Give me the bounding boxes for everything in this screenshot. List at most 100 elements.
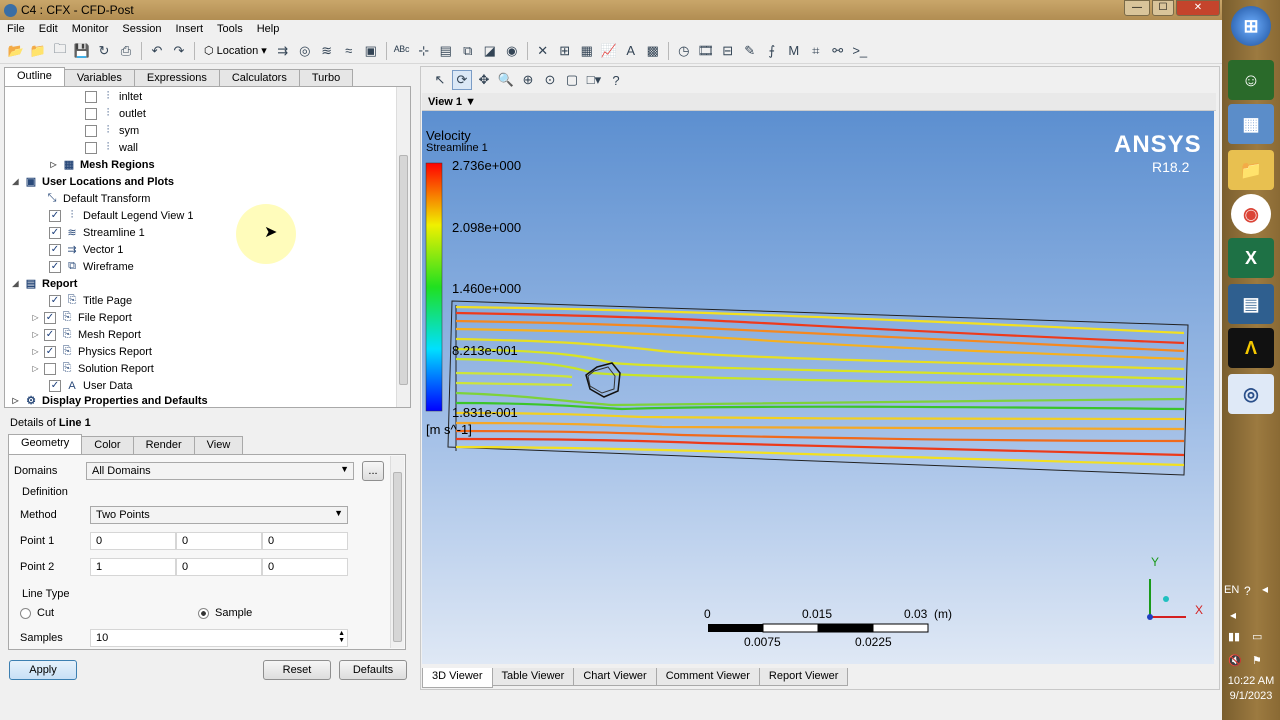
3d-viewport[interactable]: Velocity Streamline 1 2.736e+000 2.098e+…: [422, 111, 1214, 664]
menu-session[interactable]: Session: [115, 23, 168, 35]
volume-rendering-icon[interactable]: ▣: [361, 41, 381, 61]
variable-icon[interactable]: ✕: [533, 41, 553, 61]
defaults-button[interactable]: Defaults: [339, 660, 407, 680]
expand-arrow-icon[interactable]: ▷: [31, 313, 40, 322]
checkbox[interactable]: ✓: [49, 260, 61, 273]
comment-icon[interactable]: A: [621, 41, 641, 61]
undo-icon[interactable]: ↶: [147, 41, 167, 61]
chart-icon[interactable]: 📈: [599, 41, 619, 61]
menu-file[interactable]: File: [0, 23, 32, 35]
view-header[interactable]: View 1 ▼: [422, 93, 1216, 111]
streamline-icon[interactable]: ≋: [317, 41, 337, 61]
select-icon[interactable]: ↖: [430, 70, 450, 90]
probe-icon[interactable]: ✎: [740, 41, 760, 61]
tree-item-streamline[interactable]: ✓ ≋ Streamline 1: [49, 224, 145, 241]
help-cursor-icon[interactable]: ?: [606, 70, 626, 90]
tree-item-outlet[interactable]: ⫶ outlet: [85, 105, 146, 122]
tab-geometry[interactable]: Geometry: [8, 434, 83, 454]
location-dropdown[interactable]: ⬡ Location ▾: [200, 41, 271, 61]
timestep-icon[interactable]: ◷: [674, 41, 694, 61]
zoom-box-icon[interactable]: ⊕: [518, 70, 538, 90]
expand-arrow-icon[interactable]: ▷: [31, 330, 40, 339]
tree-item-inltet[interactable]: ⫶ inltet: [85, 88, 142, 105]
tray-arrow-icon[interactable]: ◂: [1230, 608, 1236, 622]
text-icon[interactable]: ᴬᴮᶜ: [392, 41, 412, 61]
legend-icon[interactable]: ▤: [436, 41, 456, 61]
tab-variables[interactable]: Variables: [63, 69, 135, 87]
point2-y-input[interactable]: 0: [176, 558, 262, 576]
chrome-icon[interactable]: ◉: [1231, 194, 1271, 234]
tab-table-viewer[interactable]: Table Viewer: [491, 668, 575, 686]
volume-mute-icon[interactable]: 🔇: [1228, 654, 1242, 667]
domains-more-button[interactable]: ...: [362, 461, 384, 481]
checkbox[interactable]: ✓: [44, 345, 56, 358]
tab-3d-viewer[interactable]: 3D Viewer: [422, 668, 493, 688]
tab-calculators[interactable]: Calculators: [218, 69, 300, 87]
tree-item-wall[interactable]: ⫶ wall: [85, 139, 138, 156]
tree-item-mesh-report[interactable]: ▷ ✓ ⎘ Mesh Report: [31, 326, 141, 343]
checkbox[interactable]: [85, 124, 97, 137]
clock-time[interactable]: 10:22 AM: [1226, 675, 1276, 687]
help-icon[interactable]: ?: [1244, 584, 1251, 598]
reset-button[interactable]: Reset: [263, 660, 331, 680]
tree-item-vector[interactable]: ✓ ⇉ Vector 1: [49, 241, 123, 258]
tree-scrollbar[interactable]: [396, 87, 410, 407]
checkbox[interactable]: ✓: [44, 328, 56, 341]
quick-editor-icon[interactable]: ⊟: [718, 41, 738, 61]
tab-chart-viewer[interactable]: Chart Viewer: [573, 668, 657, 686]
point2-z-input[interactable]: 0: [262, 558, 348, 576]
point1-x-input[interactable]: 0: [90, 532, 176, 550]
menu-tools[interactable]: Tools: [210, 23, 250, 35]
tree-item-default-transform[interactable]: ⤡ Default Transform: [45, 190, 151, 207]
color-map-icon[interactable]: ◉: [502, 41, 522, 61]
spin-arrows-icon[interactable]: ▲ ▼: [338, 630, 345, 644]
clock-date[interactable]: 9/1/2023: [1226, 690, 1276, 702]
pan-icon[interactable]: ✥: [474, 70, 494, 90]
figure-icon[interactable]: ▩: [643, 41, 663, 61]
tree-item-display-properties[interactable]: ▷ ⚙ Display Properties and Defaults: [11, 392, 207, 408]
command-editor-icon[interactable]: >_: [850, 41, 870, 61]
tab-render[interactable]: Render: [132, 436, 195, 454]
ansys-workbench-icon[interactable]: Λ: [1228, 328, 1274, 368]
case-comparison-icon[interactable]: ⚯: [828, 41, 848, 61]
tree-item-physics-report[interactable]: ▷ ✓ ⎘ Physics Report: [31, 343, 152, 360]
expand-arrow-icon[interactable]: ▷: [31, 347, 40, 356]
refresh-icon[interactable]: ↻: [94, 41, 114, 61]
start-button-icon[interactable]: ⊞: [1231, 6, 1271, 46]
function-calculator-icon[interactable]: ⨍: [762, 41, 782, 61]
file-explorer-icon[interactable]: 📁: [1228, 150, 1274, 190]
method-select[interactable]: Two Points ▼: [90, 506, 348, 524]
checkbox[interactable]: ✓: [49, 226, 61, 239]
tree-item-user-locations[interactable]: ◢ ▣ User Locations and Plots: [11, 173, 174, 190]
new-icon[interactable]: 📂: [6, 41, 26, 61]
macro-calculator-icon[interactable]: M: [784, 41, 804, 61]
tree-item-default-legend[interactable]: ✓ ⫶ Default Legend View 1: [49, 207, 194, 224]
tree-item-title-page[interactable]: ✓ ⎘ Title Page: [49, 292, 132, 309]
tree-item-sym[interactable]: ⫶ sym: [85, 122, 139, 139]
scrollbar-thumb[interactable]: [399, 155, 408, 385]
print-icon[interactable]: ⎙: [116, 41, 136, 61]
action-center-icon[interactable]: ⚑: [1252, 654, 1262, 667]
reader-icon[interactable]: ▤: [1228, 284, 1274, 324]
domains-select[interactable]: All Domains ▼: [86, 462, 354, 480]
excel-icon[interactable]: X: [1228, 238, 1274, 278]
vector-icon[interactable]: ⇉: [273, 41, 293, 61]
expand-arrow-icon[interactable]: ▷: [31, 364, 40, 373]
cfd-post-icon[interactable]: ◎: [1228, 374, 1274, 414]
zoom-icon[interactable]: 🔍: [496, 70, 516, 90]
scrollbar-thumb[interactable]: [393, 472, 402, 642]
details-scrollbar[interactable]: [390, 456, 404, 648]
expand-arrow-icon[interactable]: ▷: [11, 396, 20, 405]
checkbox[interactable]: [44, 362, 56, 375]
menu-help[interactable]: Help: [250, 23, 287, 35]
redo-icon[interactable]: ↷: [169, 41, 189, 61]
tree-item-report[interactable]: ◢ ▤ Report: [11, 275, 77, 292]
tree-item-file-report[interactable]: ▷ ✓ ⎘ File Report: [31, 309, 132, 326]
clip-plane-icon[interactable]: ◪: [480, 41, 500, 61]
tab-color[interactable]: Color: [81, 436, 134, 454]
cut-radio[interactable]: Cut: [20, 607, 54, 619]
checkbox[interactable]: [85, 141, 97, 154]
collapse-arrow-icon[interactable]: ◢: [11, 279, 20, 288]
viewport-layout-icon[interactable]: □▾: [584, 70, 604, 90]
tab-expressions[interactable]: Expressions: [133, 69, 220, 87]
